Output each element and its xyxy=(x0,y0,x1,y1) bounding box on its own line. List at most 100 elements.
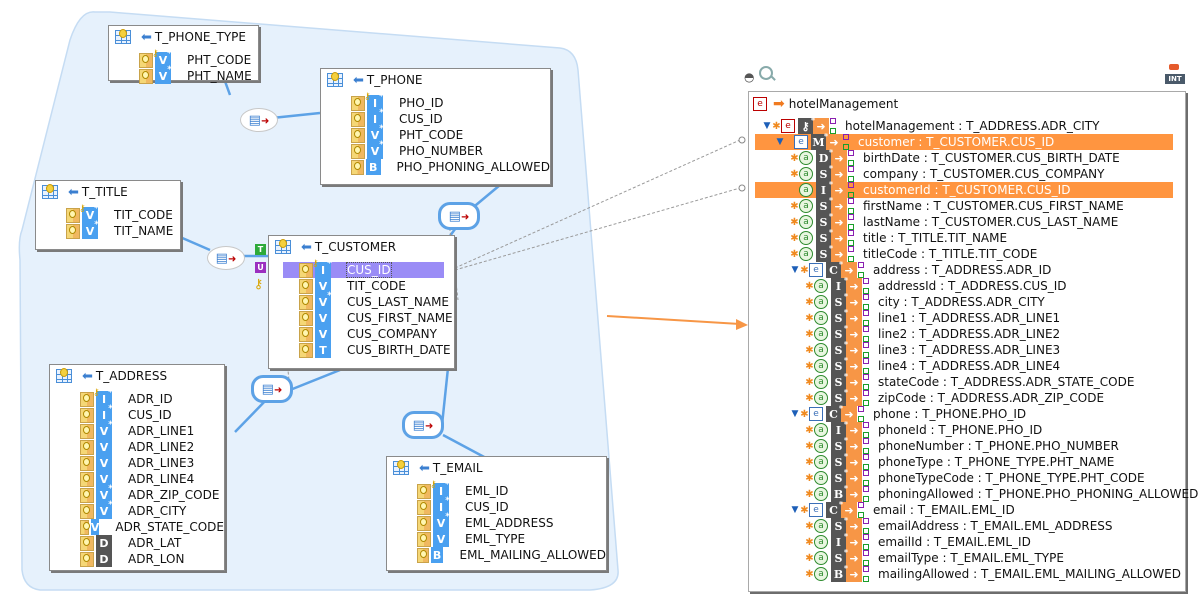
tree-row[interactable]: ✱ a S * ➜ lastName : T_CUSTOMER.CUS_LAST_NAME xyxy=(790,211,1118,230)
column-row[interactable]: V * ADR_LINE1 xyxy=(80,420,224,439)
column-name: CUS_ID xyxy=(346,262,392,278)
entity-icon: e xyxy=(809,407,823,421)
relationship-node-address[interactable]: ▤➜ xyxy=(251,375,293,403)
column-row[interactable]: V TIT_CODE xyxy=(299,278,454,294)
required-star-icon: * xyxy=(843,483,848,493)
tree-row[interactable]: ✱ a D * ➜ birthDate : T_CUSTOMER.CUS_BIRTH_DA… xyxy=(790,147,1120,166)
table-header[interactable]: ⬅ T_CUSTOMER xyxy=(269,236,454,258)
modified-star-icon: ✱ xyxy=(805,424,814,436)
table-t-email[interactable]: ⬅ T_EMAIL I * ⚷ EML_ID I * CUS_ID V * EML_ADDRESS V E… xyxy=(386,456,607,571)
column-row[interactable]: V ADR_STATE_CODE xyxy=(80,519,224,535)
tree-row[interactable]: ✱ a S * ➜ city : T_ADDRESS.ADR_CITY xyxy=(805,291,1045,310)
attribute-icon: a xyxy=(814,359,828,373)
table-t-address[interactable]: ⬅ T_ADDRESS I * ⚷ ADR_ID I * CUS_ID V * ADR_LINE1 V A… xyxy=(49,364,225,571)
relationship-node-title[interactable]: ▤➜ xyxy=(207,246,245,270)
tree-row[interactable]: ✱ a S * ➜ phoneType : T_PHONE_TYPE.PHT_NAME xyxy=(805,451,1114,470)
tree-row[interactable]: ✱ a B * ➜ mailingAllowed : T_EMAIL.EML_MAILIN… xyxy=(805,563,1181,582)
expand-toggle-icon[interactable]: ▼ xyxy=(790,505,800,515)
required-star-icon: * xyxy=(94,204,99,214)
tree-row[interactable]: ✱ a S * ➜ phoneTypeCode : T_PHONE_TYPE.PHT_CO… xyxy=(805,467,1145,486)
tree-row[interactable]: ▼ e M * ➜ customer : T_CUSTOMER.CUS_ID xyxy=(755,131,1173,150)
table-header[interactable]: ⬅ T_TITLE xyxy=(36,181,180,203)
table-t-customer[interactable]: ⬅ T_CUSTOMER I * ⚷ CUS_ID V TIT_CODE V * CUS_LAST_… xyxy=(268,235,455,369)
table-header[interactable]: ⬅ T_PHONE_TYPE xyxy=(109,26,258,48)
column-row[interactable]: V CUS_COMPANY xyxy=(299,326,454,342)
tree-row[interactable]: ✱ a S * ➜ titleCode : T_TITLE.TIT_CODE xyxy=(790,243,1037,262)
t-badge-icon[interactable]: T xyxy=(255,244,266,255)
unique-index-icon xyxy=(863,486,870,502)
table-header[interactable]: ⬅ T_ADDRESS xyxy=(50,365,224,387)
tree-row[interactable]: ✱ a S * ➜ emailAddress : T_EMAIL.EML_ADDRESS xyxy=(805,515,1113,534)
tree-root[interactable]: e ➡ hotelManagement xyxy=(753,96,898,112)
column-row[interactable]: V * ⚷ PHT_CODE xyxy=(139,49,258,68)
tree-row[interactable]: ▼ ✱ e C * ➜ email : T_EMAIL.EML_ID xyxy=(790,499,1015,518)
u-badge-icon[interactable]: U xyxy=(255,262,266,273)
tree-row[interactable]: ✱ a S * ➜ firstName : T_CUSTOMER.CUS_FIRST_NA… xyxy=(790,195,1124,214)
column-row[interactable]: B EML_MAILING_ALLOWED xyxy=(417,547,606,563)
attribute-icon: a xyxy=(814,311,828,325)
column-row[interactable]: I * CUS_ID xyxy=(80,404,224,423)
modified-star-icon: ✱ xyxy=(805,312,814,324)
relationship-node-phone[interactable]: ▤➜ xyxy=(438,202,480,230)
column-row[interactable]: D ADR_LON xyxy=(80,551,224,567)
column-row[interactable]: V * PHO_NUMBER xyxy=(351,140,550,159)
unique-index-icon xyxy=(863,358,870,374)
expand-toggle-icon[interactable]: ▼ xyxy=(762,121,772,131)
column-row[interactable]: I * ⚷ ADR_ID xyxy=(80,388,224,407)
column-row[interactable]: V * ADR_ZIP_CODE xyxy=(80,484,224,503)
table-header[interactable]: ⬅ T_PHONE xyxy=(321,69,550,91)
column-row[interactable]: V ADR_LINE4 xyxy=(80,471,224,487)
table-t-phone-type[interactable]: ⬅ T_PHONE_TYPE V * ⚷ PHT_CODE V * PHT_NAME xyxy=(108,25,259,84)
eye-icon[interactable]: ◓ xyxy=(744,70,754,84)
column-row[interactable]: V * ⚷ TIT_CODE xyxy=(66,204,180,223)
tree-row[interactable]: ✱ a S * ➜ zipCode : T_ADDRESS.ADR_ZIP_CODE xyxy=(805,387,1104,406)
column-row[interactable]: I * ⚷ CUS_ID xyxy=(283,259,444,278)
expand-toggle-icon[interactable]: ▼ xyxy=(790,265,800,275)
table-t-phone[interactable]: ⬅ T_PHONE I * ⚷ PHO_ID I * CUS_ID V * PHT_CODE V * PHO… xyxy=(320,68,551,185)
table-icon xyxy=(42,184,58,199)
type-b-icon: B xyxy=(430,547,444,563)
attribute-icon: a xyxy=(799,167,813,181)
tree-row[interactable]: ✱ a S * ➜ company : T_CUSTOMER.CUS_COMPANY xyxy=(790,163,1104,182)
tree-row[interactable]: ✱ a S * ➜ title : T_TITLE.TIT_NAME xyxy=(790,227,1007,246)
relationship-node-email[interactable]: ▤➜ xyxy=(402,411,444,439)
column-row[interactable]: V ADR_LINE3 xyxy=(80,455,224,471)
tree-row[interactable]: ✱ a S * ➜ stateCode : T_ADDRESS.ADR_STATE_COD… xyxy=(805,371,1134,390)
type-m-icon: M * xyxy=(811,131,828,150)
column-row[interactable]: V ADR_LINE2 xyxy=(80,439,224,455)
column-row[interactable]: V * PHT_NAME xyxy=(139,65,258,84)
search-icon[interactable] xyxy=(759,66,773,80)
column-row[interactable]: D ADR_LAT xyxy=(80,535,224,551)
expand-toggle-icon[interactable]: ▼ xyxy=(790,409,800,419)
column-row[interactable]: V * CUS_LAST_NAME xyxy=(299,291,454,310)
tree-row[interactable]: ✱ a I * ➜ phoneId : T_PHONE.PHO_ID xyxy=(805,419,1042,438)
relationship-icon: ▤➜ xyxy=(261,381,283,397)
column-icon xyxy=(417,483,431,499)
column-row[interactable]: T CUS_BIRTH_DATE xyxy=(299,342,454,358)
table-header[interactable]: ⬅ T_EMAIL xyxy=(387,457,606,479)
required-star-icon: * xyxy=(838,403,843,413)
tree-row[interactable]: ▼ ✱ e C * ➜ address : T_ADDRESS.ADR_ID xyxy=(790,259,1051,278)
tree-row[interactable]: ✱ a S * ➜ phoneNumber : T_PHONE.PHO_NUMBER xyxy=(805,435,1119,454)
tree-row[interactable]: ✱ a I * ➜ emailId : T_EMAIL.EML_ID xyxy=(805,531,1031,550)
tree-row[interactable]: ▼ ✱ e ⚷ * ➜ hotelManagement : T_ADDRESS.ADR_CI… xyxy=(762,115,1099,134)
table-t-title[interactable]: ⬅ T_TITLE V * ⚷ TIT_CODE V * TIT_NAME xyxy=(35,180,181,250)
column-row[interactable]: V * EML_ADDRESS xyxy=(417,512,606,531)
modified-star-icon: ✱ xyxy=(800,264,809,276)
column-row[interactable]: V CUS_FIRST_NAME xyxy=(299,310,454,326)
mapping-icon: ➜ xyxy=(846,294,862,310)
tree-row[interactable]: ▼ ✱ e C * ➜ phone : T_PHONE.PHO_ID xyxy=(790,403,1026,422)
relationship-node-phone-type[interactable]: ▤➜ xyxy=(240,108,278,132)
column-row[interactable]: V * TIT_NAME xyxy=(66,220,180,239)
tree-row[interactable]: ✱ a B * ➜ phoningAllowed : T_PHONE.PHO_PHONIN… xyxy=(805,483,1198,502)
column-row[interactable]: B PHO_PHONING_ALLOWED xyxy=(351,159,550,175)
int-icon[interactable]: INT xyxy=(1163,64,1185,84)
key-icon[interactable]: ⚷ xyxy=(253,277,264,292)
column-icon xyxy=(299,342,313,358)
column-name: CUS_ID xyxy=(399,112,443,126)
attribute-icon: a xyxy=(799,151,813,165)
expand-toggle-icon[interactable]: ▼ xyxy=(775,137,785,147)
column-row[interactable]: V EML_TYPE xyxy=(417,531,606,547)
tree-row[interactable]: a I * ➜ customerId : T_CUSTOMER.CUS_ID xyxy=(755,179,1173,198)
column-row[interactable]: V * ADR_CITY xyxy=(80,500,224,519)
